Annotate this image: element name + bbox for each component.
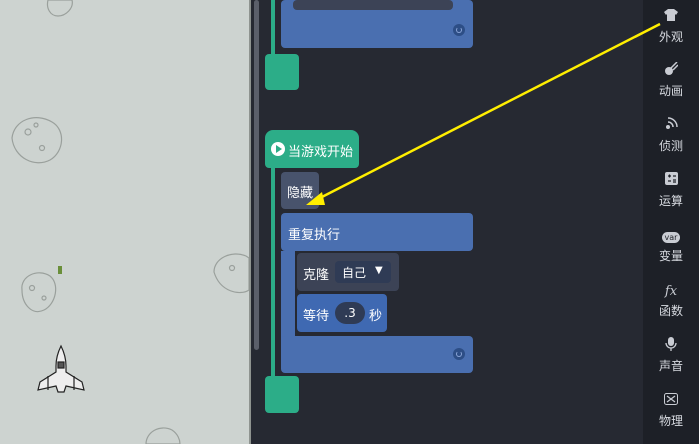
hat-label: 当游戏开始 <box>288 145 354 160</box>
category-label: 物理 <box>658 414 683 428</box>
signal-icon <box>643 117 699 137</box>
category-operators[interactable]: 运算 <box>643 172 699 209</box>
spaceship-sprite <box>37 344 85 393</box>
bullet <box>58 266 62 274</box>
clone-target-dropdown[interactable]: 自己 ▼ <box>335 261 391 283</box>
wait-label: 等待 <box>303 309 330 324</box>
category-label: 声音 <box>658 359 683 373</box>
clone-target-value: 自己 <box>342 266 367 280</box>
microphone-icon <box>643 337 699 357</box>
asteroid <box>145 427 181 444</box>
var-icon: var <box>643 227 699 247</box>
hide-label: 隐藏 <box>287 186 314 201</box>
asteroid <box>213 253 249 294</box>
event-stack-spine <box>271 0 275 56</box>
comet-icon <box>643 61 699 82</box>
var-badge: var <box>661 232 681 243</box>
clone-label: 克隆 <box>303 268 330 283</box>
category-animation[interactable]: 动画 <box>643 61 699 99</box>
asteroid <box>11 117 63 164</box>
event-block-end[interactable] <box>265 54 299 90</box>
repeat-block-bottom[interactable] <box>281 336 473 373</box>
category-variables[interactable]: var 变量 <box>643 227 699 264</box>
repeat-label: 重复执行 <box>288 228 341 243</box>
event-block-end[interactable] <box>265 376 299 413</box>
category-physics[interactable]: 物理 <box>643 392 699 429</box>
game-stage[interactable] <box>0 0 249 444</box>
block-category-sidebar: 外观 动画 侦测 运算 var 变量 fx 函数 声音 物理 <box>643 0 699 444</box>
asteroid <box>46 0 73 17</box>
wait-unit: 秒 <box>369 309 383 324</box>
vertical-scrollbar[interactable] <box>254 0 259 350</box>
repeat-forever-block[interactable]: 重复执行 <box>281 213 473 251</box>
repeat-block-side <box>281 251 295 341</box>
shirt-icon <box>643 8 699 28</box>
category-label: 运算 <box>658 194 683 208</box>
repeat-icon <box>453 24 465 36</box>
category-label: 变量 <box>658 249 683 263</box>
inner-block[interactable] <box>293 0 453 10</box>
category-label: 侦测 <box>658 139 683 153</box>
fx-icon: fx <box>664 284 678 299</box>
dropdown-arrow-icon: ▼ <box>375 265 383 276</box>
repeat-icon <box>453 348 465 360</box>
category-sensing[interactable]: 侦测 <box>643 117 699 154</box>
play-icon <box>271 142 285 156</box>
wait-block[interactable]: 等待 .3 秒 <box>297 294 387 332</box>
code-workspace[interactable]: 当游戏开始 隐藏 重复执行 克隆 自己 ▼ 等待 .3 秒 <box>251 0 643 444</box>
event-stack-spine <box>271 166 275 380</box>
category-label: 动画 <box>658 84 683 98</box>
category-sound[interactable]: 声音 <box>643 337 699 374</box>
category-functions[interactable]: fx 函数 <box>643 282 699 319</box>
category-label: 外观 <box>658 30 683 44</box>
when-game-starts-block[interactable]: 当游戏开始 <box>265 130 359 168</box>
category-looks[interactable]: 外观 <box>643 8 699 45</box>
clone-block[interactable]: 克隆 自己 ▼ <box>297 253 399 291</box>
stage-canvas <box>11 0 249 444</box>
asteroid <box>21 272 57 313</box>
wait-seconds-input[interactable]: .3 <box>335 302 365 324</box>
category-label: 函数 <box>658 304 683 318</box>
physics-icon <box>643 392 699 412</box>
calculator-icon <box>643 172 699 192</box>
hide-block[interactable]: 隐藏 <box>281 172 319 209</box>
